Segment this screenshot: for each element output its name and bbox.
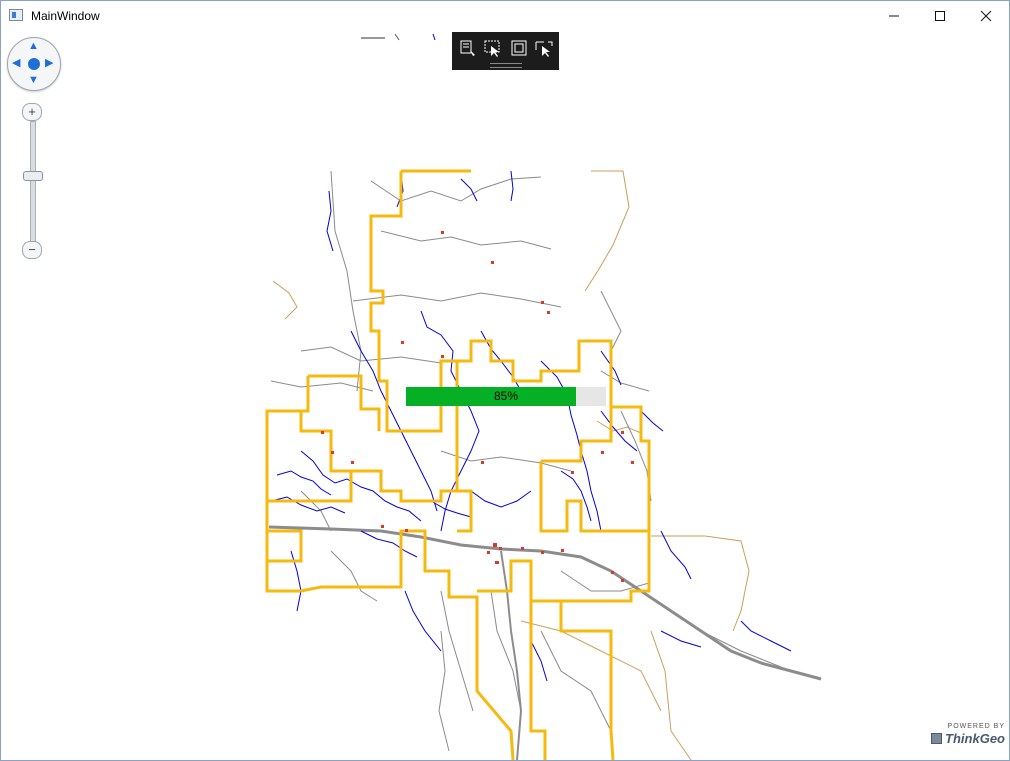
track-select-button[interactable] [534,38,554,58]
thinkgeo-logo: POWERED BY ThinkGeo [929,723,1005,749]
rectangle-tool-icon [511,40,527,56]
edit-tool-button[interactable] [458,38,478,58]
thinkgeo-name: ThinkGeo [945,731,1005,746]
map-canvas[interactable]: ▲ ▼ ◀ ▶ + − 85% POWERED BY ThinkGeo [1,31,1009,760]
edit-toolbar [452,32,559,70]
pan-center-icon[interactable] [28,58,40,70]
thinkgeo-cube-icon [931,733,942,744]
maximize-icon [935,11,945,21]
track-select-icon [535,41,553,57]
pan-left-icon[interactable]: ◀ [12,58,20,69]
rectangle-tool-button[interactable] [509,38,529,58]
pan-down-icon[interactable]: ▼ [28,75,39,86]
zoom-in-button[interactable]: + [22,103,42,121]
minimize-button[interactable] [871,1,917,31]
close-button[interactable] [963,1,1009,31]
highway-layer [268,525,822,760]
powered-by-text: POWERED BY [947,723,1005,730]
roads-layer [270,170,822,760]
pan-control[interactable]: ▲ ▼ ◀ ▶ [7,37,61,91]
minor-roads-layer [272,170,750,760]
app-icon [9,9,23,21]
top-stray-features [361,33,436,41]
minimize-icon [889,15,899,17]
main-window: MainWindow ▲ ▼ ◀ ▶ + − 85% POWERED BY Th… [0,0,1010,761]
edit-tool-icon [460,40,475,56]
toolbar-grip[interactable] [490,63,522,68]
boundary-layer [265,169,651,760]
zoom-slider-track[interactable] [30,121,36,247]
zoom-out-button[interactable]: − [22,241,42,259]
zoom-slider-thumb[interactable] [23,171,43,181]
select-tool-icon [484,40,500,57]
title-bar[interactable]: MainWindow [1,1,1009,31]
progress-label: 85% [493,389,519,403]
loading-progress-bar: 85% [406,387,606,406]
select-tool-button[interactable] [483,38,503,58]
window-title: MainWindow [31,9,100,23]
pan-up-icon[interactable]: ▲ [28,41,39,52]
close-icon [980,10,992,22]
pan-right-icon[interactable]: ▶ [45,58,53,69]
maximize-button[interactable] [917,1,963,31]
zoom-control: + − [22,103,43,263]
